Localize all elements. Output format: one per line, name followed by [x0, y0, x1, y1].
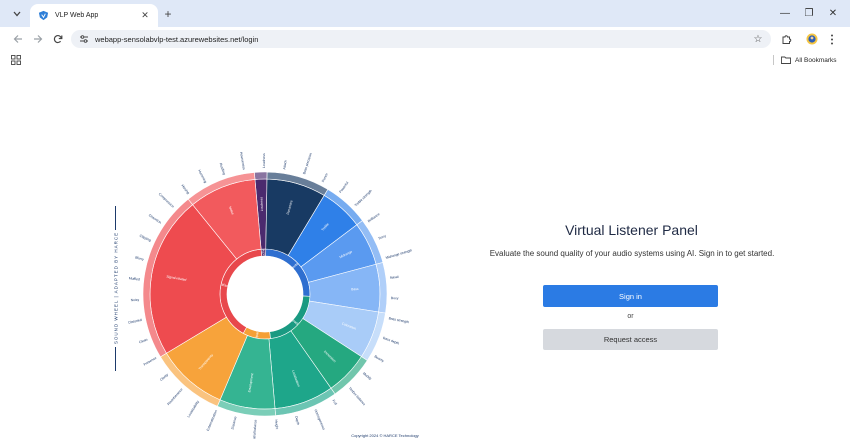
- wheel-outer-label: Punch: [321, 172, 329, 182]
- site-info-icon[interactable]: [79, 34, 89, 44]
- wheel-outer-label: Height: [274, 419, 279, 429]
- all-bookmarks-button[interactable]: All Bookmarks: [781, 54, 837, 66]
- wheel-outer-label: Powerful: [338, 181, 349, 194]
- apps-grid-icon[interactable]: [11, 55, 21, 65]
- bookmark-star-icon[interactable]: ☆: [751, 32, 765, 46]
- wheel-outer-label: Distortion: [148, 213, 162, 224]
- wheel-outer-label: Depth: [294, 416, 300, 426]
- wheel-outer-label: Spatial balance: [252, 419, 258, 439]
- wheel-outer-label: Tinny: [378, 234, 387, 241]
- wheel-center-hole: [227, 256, 303, 332]
- tab-search-button[interactable]: [8, 6, 26, 22]
- tab-vlp-web-app[interactable]: VLP Web App ✕: [30, 4, 158, 27]
- browser-toolbar: webapp-sensolabvlp-test.azurewebsites.ne…: [0, 27, 850, 51]
- wheel-outer-label: Nasal: [390, 275, 399, 280]
- wheel-outer-label: Clean: [138, 337, 148, 344]
- app-favicon-icon: [38, 10, 49, 21]
- or-divider-text: or: [627, 313, 634, 320]
- panel-subtitle: Evaluate the sound quality of your audio…: [489, 249, 775, 258]
- wheel-outer-label: Presence: [143, 356, 157, 367]
- tab-title: VLP Web App: [55, 12, 99, 19]
- wheel-outer-label: Brilliance: [367, 212, 381, 223]
- restore-icon[interactable]: ❐: [798, 5, 820, 21]
- bookmarks-bar: All Bookmarks: [0, 51, 850, 69]
- wheel-outer-label: Bass depth: [382, 336, 399, 346]
- tab-strip: VLP Web App ✕ + — ❐ ✕: [0, 0, 850, 27]
- close-window-icon[interactable]: ✕: [822, 5, 844, 21]
- panel-title: Virtual Listener Panel: [565, 222, 698, 238]
- back-icon[interactable]: [10, 31, 26, 47]
- wheel-outer-label: Full: [331, 399, 337, 406]
- extensions-icon[interactable]: [778, 32, 794, 46]
- wheel-outer-label: Bass precision: [302, 152, 313, 174]
- wheel-outer-label: Hissing: [180, 184, 190, 195]
- bookmarks-separator: [773, 55, 774, 65]
- menu-kebab-icon[interactable]: [824, 32, 840, 46]
- wheel-outer-label: Compression: [158, 192, 175, 209]
- wheel-outer-label: Distorted: [128, 318, 142, 325]
- sound-wheel-chart: LoudnessTimbreSpatialTransparencyArtifac…: [128, 152, 413, 439]
- wheel-middle-label: Bass: [351, 287, 359, 291]
- all-bookmarks-label: All Bookmarks: [795, 56, 837, 64]
- wheel-outer-label: Muddy: [362, 371, 373, 381]
- wheel-outer-label: Reverberance: [166, 387, 183, 406]
- sign-in-button[interactable]: Sign in: [543, 285, 718, 307]
- wheel-outer-label: Externalization: [206, 409, 218, 431]
- new-tab-icon[interactable]: +: [161, 7, 175, 21]
- folder-icon: [781, 56, 791, 64]
- wheel-outer-label: Distance: [231, 416, 238, 430]
- copyright-text: Copyright 2024 © HARCE Technology: [351, 433, 419, 438]
- wheel-outer-label: Homogeneous: [313, 409, 326, 431]
- wheel-outer-label: Midrange strength: [385, 248, 412, 260]
- wheel-outer-label: Localizability: [186, 400, 200, 419]
- wheel-outer-label: Bass strength: [388, 316, 409, 324]
- wheel-outer-label: Timbre balance: [348, 386, 367, 406]
- wheel-outer-label: Attack: [282, 160, 287, 170]
- forward-icon[interactable]: [30, 31, 46, 47]
- wheel-outer-label: Muffled: [129, 276, 141, 281]
- wheel-outer-label: Noisy: [131, 298, 140, 302]
- wheel-outer-label: Treble strength: [354, 189, 373, 208]
- wheel-outer-label: Hoarseness: [239, 152, 246, 171]
- wheel-outer-label: Blurry: [135, 255, 145, 261]
- chevron-down-icon: [13, 11, 21, 17]
- wheel-outer-label: Boxy: [391, 296, 399, 300]
- profile-avatar[interactable]: [804, 32, 820, 46]
- url-text: webapp-sensolabvlp-test.azurewebsites.ne…: [95, 34, 259, 44]
- address-bar[interactable]: webapp-sensolabvlp-test.azurewebsites.ne…: [71, 30, 771, 48]
- reload-icon[interactable]: [50, 31, 66, 47]
- wheel-outer-label: Clarity: [159, 373, 169, 382]
- wheel-outer-label: Boomy: [374, 354, 385, 363]
- wheel-outer-label: Loudness: [262, 153, 266, 168]
- request-access-button[interactable]: Request access: [543, 329, 718, 350]
- wheel-outer-label: Clipping: [139, 234, 152, 243]
- minimize-icon[interactable]: —: [774, 5, 796, 21]
- login-page: SOUND WHEEL | ADAPTED BY HARCE Loudness T…: [0, 69, 850, 447]
- wheel-outer-label: Humming: [197, 169, 207, 184]
- wheel-middle-label: Loudness: [259, 197, 264, 212]
- close-tab-icon[interactable]: ✕: [138, 9, 152, 23]
- wheel-outer-label: Rustling: [219, 162, 227, 175]
